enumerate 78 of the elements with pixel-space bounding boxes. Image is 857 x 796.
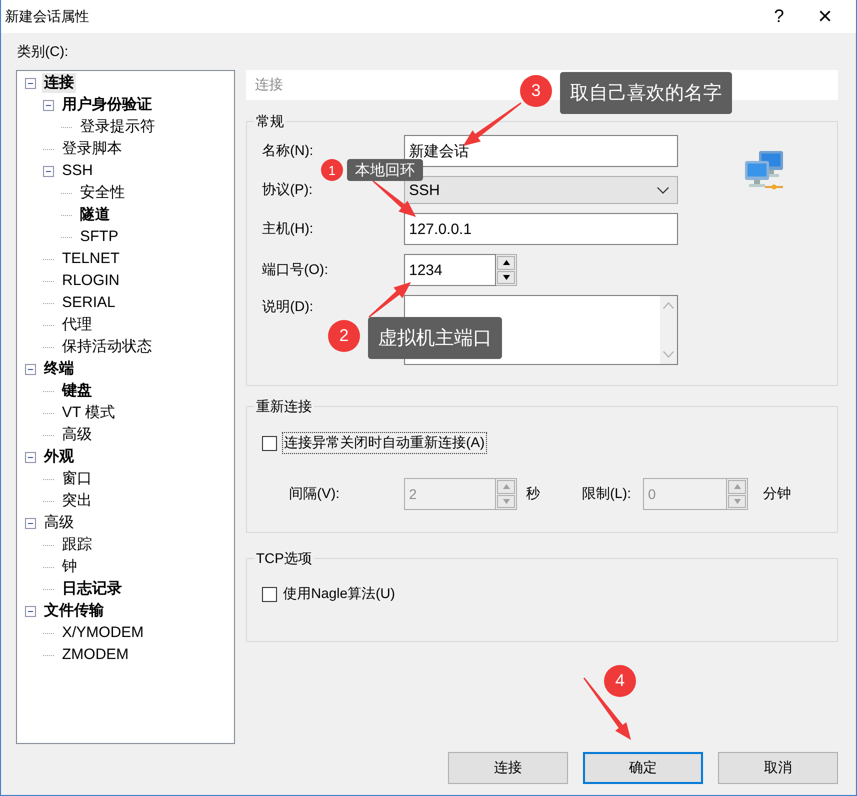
field-label: 端口号(O): (262, 261, 330, 279)
number-field[interactable]: 1234 (404, 254, 496, 286)
tree-item[interactable]: ZMODEM (60, 645, 131, 665)
up-arrow-icon (502, 260, 510, 266)
dialog-button[interactable]: 取消 (718, 752, 838, 784)
down-arrow-icon (502, 274, 510, 280)
unit-label: 分钟 (762, 485, 791, 503)
checkbox-label: 连接异常关闭时自动重新连接(A) (282, 432, 487, 454)
annotation-tooltip: 取自己喜欢的名字 (560, 72, 732, 114)
tree-item[interactable]: 钟 (60, 557, 79, 577)
tree-item[interactable]: 连接 (42, 73, 76, 93)
field-label: 协议(P): (262, 181, 314, 199)
category-label: 类别(C): (16, 42, 70, 60)
tree-item[interactable]: 登录提示符 (78, 117, 157, 137)
dialog-button[interactable]: 确定 (583, 752, 703, 784)
down-arrow-icon (734, 498, 740, 504)
tree-item[interactable]: 登录脚本 (60, 139, 124, 159)
down-arrow-icon (502, 498, 510, 504)
tree-item[interactable]: 用户身份验证 (60, 95, 154, 115)
tree-item[interactable]: 日志记录 (60, 579, 124, 599)
scroll-down-icon (663, 351, 674, 358)
collapse-icon[interactable] (43, 100, 54, 110)
tree-item[interactable]: VT 模式 (60, 403, 118, 423)
tree-item[interactable]: X/YMODEM (60, 623, 146, 643)
tree-item[interactable]: 跟踪 (60, 535, 94, 555)
tree-item[interactable]: 安全性 (78, 183, 127, 203)
up-arrow-icon (502, 484, 510, 490)
tree-item[interactable]: 文件传输 (42, 601, 106, 621)
tree-item[interactable]: 隧道 (78, 205, 112, 225)
collapse-icon[interactable] (25, 364, 36, 374)
tree-item[interactable]: SSH (60, 161, 95, 181)
text-field[interactable]: 127.0.0.1 (404, 213, 678, 245)
spin-up-button[interactable] (497, 256, 515, 270)
checkbox[interactable] (262, 436, 277, 450)
dialog-button[interactable]: 连接 (448, 752, 568, 784)
group-title: 重新连接 (255, 397, 313, 416)
collapse-icon[interactable] (43, 166, 54, 176)
group-title: TCP选项 (255, 549, 313, 568)
tree-item[interactable]: 高级 (60, 425, 94, 445)
tree-item[interactable]: SFTP (78, 227, 120, 247)
checkbox-label: 使用Nagle算法(U) (282, 584, 396, 603)
collapse-icon[interactable] (25, 518, 36, 528)
field-label: 限制(L): (582, 485, 632, 503)
tree-item[interactable]: 突出 (60, 491, 94, 511)
unit-label: 秒 (525, 485, 541, 503)
tree-item[interactable]: 代理 (60, 315, 94, 335)
window-title: 新建会话属性 (5, 8, 90, 26)
close-button[interactable]: × (802, 0, 848, 32)
number-badge: 1 (321, 159, 343, 181)
annotation-tooltip: 虚拟机主端口 (368, 317, 502, 359)
field-label: 名称(N): (262, 142, 314, 160)
tree-item[interactable]: 外观 (42, 447, 76, 467)
tree-item[interactable]: 保持活动状态 (60, 337, 154, 357)
field-label: 间隔(V): (289, 485, 341, 503)
dropdown-value: SSH (409, 182, 440, 198)
field-label: 主机(H): (262, 220, 314, 238)
help-button[interactable]: ? (756, 0, 802, 32)
tree-item[interactable]: 窗口 (60, 469, 94, 489)
group-title: 常规 (255, 112, 285, 131)
up-arrow-icon (734, 484, 740, 490)
checkbox[interactable] (262, 586, 277, 602)
number-badge: 2 (328, 320, 360, 352)
spin-down-button[interactable] (497, 270, 515, 284)
number-badge: 4 (604, 665, 636, 697)
protocol-dropdown[interactable]: SSH (404, 176, 678, 204)
tree-item[interactable]: 键盘 (60, 381, 94, 401)
annotation-tooltip: 本地回环 (347, 159, 423, 181)
tree-item[interactable]: 高级 (42, 513, 76, 533)
collapse-icon[interactable] (25, 452, 36, 462)
collapse-icon[interactable] (25, 606, 36, 616)
tree-item[interactable]: 终端 (42, 359, 76, 379)
field-label: 说明(D): (262, 297, 314, 316)
scroll-up-icon (663, 302, 674, 309)
chevron-down-icon (657, 186, 669, 194)
tree-item[interactable]: SERIAL (60, 293, 118, 313)
collapse-icon[interactable] (25, 78, 36, 88)
tree-item[interactable]: TELNET (60, 249, 122, 269)
tree-item[interactable]: RLOGIN (60, 271, 122, 291)
